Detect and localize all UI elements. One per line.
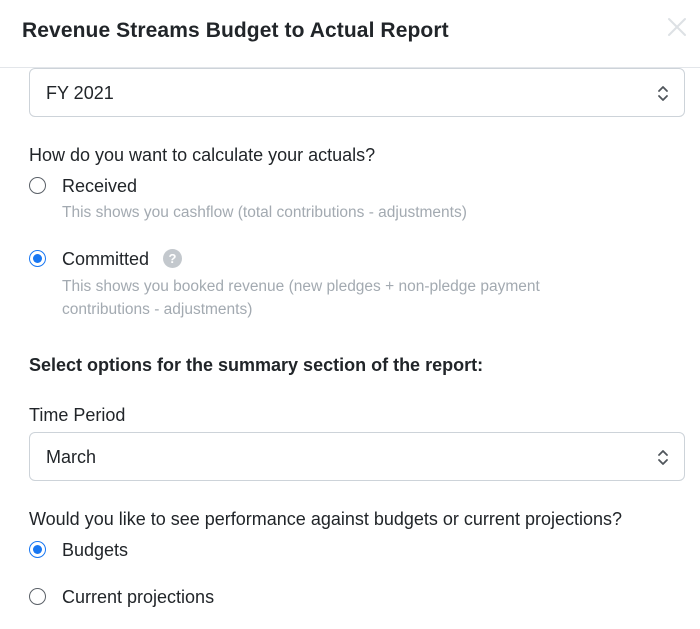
modal-header: Revenue Streams Budget to Actual Report	[0, 0, 700, 68]
budgets-radio[interactable]	[29, 541, 46, 558]
committed-radio[interactable]	[29, 250, 46, 267]
time-period-label: Time Period	[29, 405, 126, 425]
summary-heading: Select options for the summary section o…	[29, 355, 484, 375]
close-icon	[668, 18, 686, 36]
received-radio[interactable]	[29, 177, 46, 194]
help-icon[interactable]: ?	[163, 249, 182, 268]
committed-description-line1: This shows you booked revenue (new pledg…	[62, 278, 540, 295]
modal-title: Revenue Streams Budget to Actual Report	[22, 19, 449, 42]
current-projections-label[interactable]: Current projections	[62, 587, 214, 608]
committed-label[interactable]: Committed	[62, 249, 149, 270]
fiscal-year-select[interactable]: FY 2021	[29, 68, 685, 117]
budgets-label[interactable]: Budgets	[62, 540, 128, 561]
chevron-up-down-icon	[658, 86, 668, 101]
committed-description-line2: contributions - adjustments)	[62, 301, 253, 318]
chevron-up-down-icon	[658, 450, 668, 465]
performance-question: Would you like to see performance agains…	[29, 509, 622, 529]
report-modal: Revenue Streams Budget to Actual Report …	[0, 0, 700, 629]
received-description: This shows you cashflow (total contribut…	[62, 204, 467, 221]
time-period-value: March	[46, 447, 97, 467]
fiscal-year-value: FY 2021	[46, 83, 114, 103]
actuals-question: How do you want to calculate your actual…	[29, 145, 376, 165]
received-label[interactable]: Received	[62, 176, 137, 197]
current-projections-radio[interactable]	[29, 588, 46, 605]
close-button[interactable]	[664, 14, 690, 40]
time-period-select[interactable]: March	[29, 432, 685, 481]
